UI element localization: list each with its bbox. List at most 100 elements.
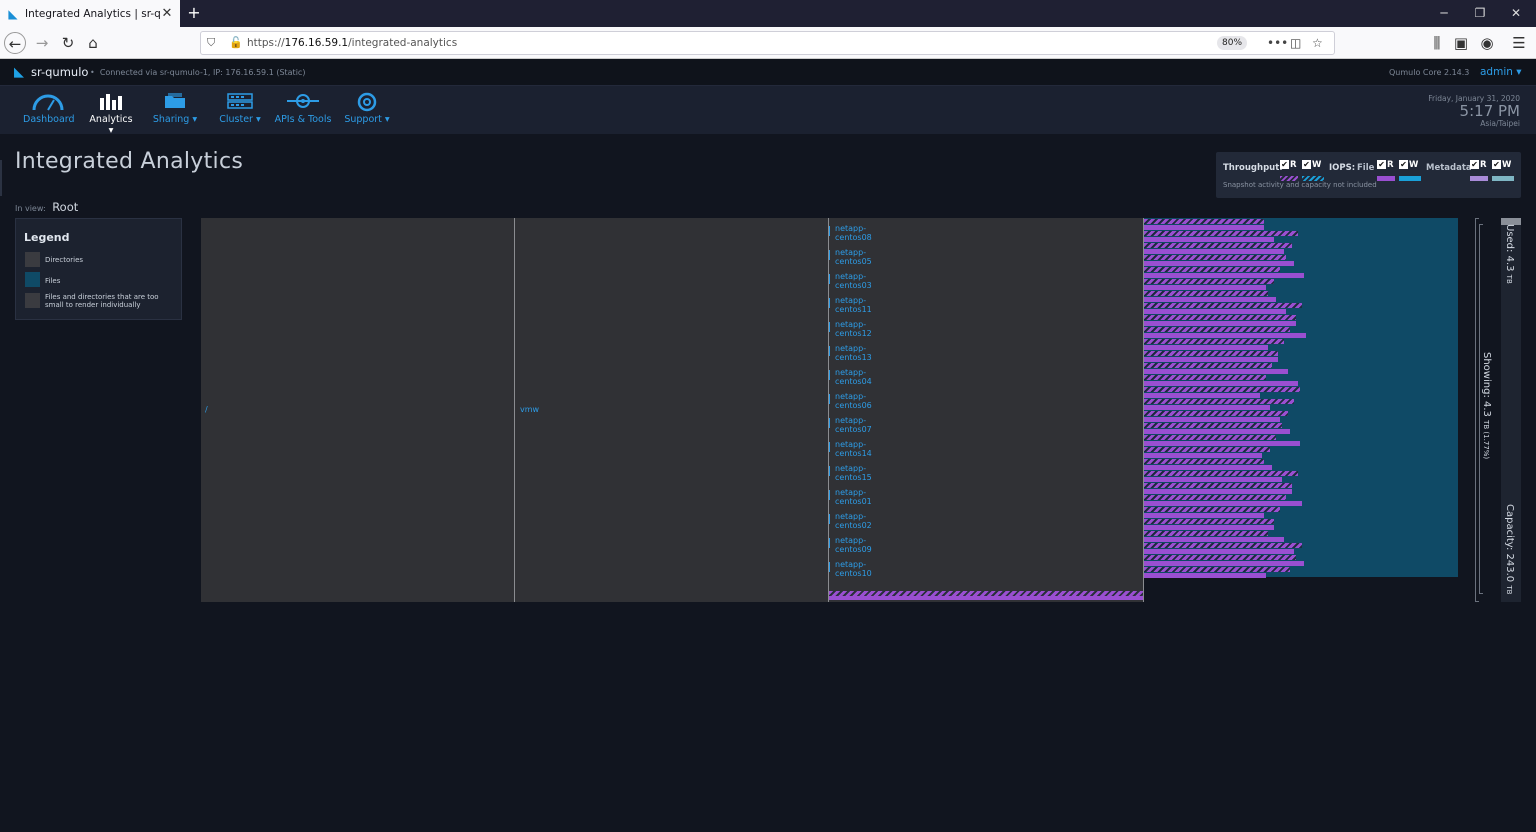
activity-bar — [1144, 393, 1260, 398]
vm-label-netapp-centos11[interactable]: netapp-centos11 — [835, 296, 872, 314]
vm-label-netapp-centos14[interactable]: netapp-centos14 — [835, 440, 872, 458]
used-capacity: Used: 4.3 TB — [1504, 224, 1515, 284]
dir-vm-column[interactable] — [829, 218, 1144, 602]
activity-bar — [1144, 225, 1264, 230]
shield-icon[interactable]: ⛉ — [207, 32, 215, 54]
iops-file-write-checkbox[interactable]: ✔ W — [1399, 160, 1418, 170]
activity-bar — [1144, 537, 1284, 542]
activity-bar — [1144, 573, 1266, 578]
url-bar[interactable]: ⛉ 🔓 https://176.16.59.1/integrated-analy… — [200, 31, 1335, 55]
close-window-icon[interactable]: ✕ — [1498, 0, 1534, 27]
nav-analytics[interactable]: Analytics ▾ — [86, 92, 136, 136]
nav-apis-tools-label: APIs & Tools — [274, 114, 332, 125]
browser-tab[interactable]: ◣ Integrated Analytics | sr-qumulo ✕ — [0, 0, 180, 27]
vm-label-netapp-centos05[interactable]: netapp-centos05 — [835, 248, 872, 266]
nav-support[interactable]: Support ▾ — [343, 92, 391, 125]
api-icon — [274, 92, 332, 114]
vm-label-netapp-centos08[interactable]: netapp-centos08 — [835, 224, 872, 242]
vm-divider — [829, 490, 830, 500]
total-capacity: Capacity: 243.0 TB — [1504, 504, 1515, 594]
library-icon[interactable]: ⫼ — [1426, 32, 1448, 54]
legend-swatch-small — [25, 293, 40, 308]
app-header: ◣ sr-qumulo • Connected via sr-qumulo-1,… — [0, 59, 1536, 86]
menu-icon[interactable]: ☰ — [1508, 32, 1530, 54]
vm-divider — [829, 442, 830, 452]
activity-bar — [1144, 399, 1294, 404]
new-tab-icon[interactable]: + — [184, 3, 204, 23]
folder-share-icon — [152, 92, 198, 114]
iops-metadata-read-swatch — [1470, 176, 1488, 181]
activity-bar — [1144, 501, 1302, 506]
vm-label-netapp-centos07[interactable]: netapp-centos07 — [835, 416, 872, 434]
nav-sharing[interactable]: Sharing ▾ — [152, 92, 198, 125]
nav-sharing-label: Sharing ▾ — [152, 114, 198, 125]
reload-icon[interactable]: ↻ — [57, 32, 79, 54]
pocket-icon[interactable]: ◫ — [1290, 32, 1301, 54]
close-tab-icon[interactable]: ✕ — [160, 6, 174, 21]
iops-label: IOPS: — [1329, 163, 1356, 173]
vm-label-netapp-centos15[interactable]: netapp-centos15 — [835, 464, 872, 482]
throughput-read-checkbox[interactable]: ✔ R — [1280, 160, 1297, 170]
iops-file-read-checkbox[interactable]: ✔ R — [1377, 160, 1394, 170]
home-icon[interactable]: ⌂ — [82, 32, 104, 54]
bar-chart-icon — [86, 92, 136, 114]
vm-label-netapp-centos10[interactable]: netapp-centos10 — [835, 560, 872, 578]
iops-metadata-read-label: R — [1480, 160, 1487, 170]
vm-label-netapp-centos02[interactable]: netapp-centos02 — [835, 512, 872, 530]
vm-label-netapp-centos13[interactable]: netapp-centos13 — [835, 344, 872, 362]
url-text[interactable]: https://176.16.59.1/integrated-analytics — [247, 32, 457, 54]
iops-metadata-write-checkbox[interactable]: ✔ W — [1492, 160, 1511, 170]
activity-bar — [1144, 417, 1280, 422]
sidebar-icon[interactable]: ▣ — [1450, 32, 1472, 54]
bookmark-star-icon[interactable]: ☆ — [1312, 32, 1323, 54]
nav-support-label: Support ▾ — [344, 114, 390, 125]
minimize-icon[interactable]: ─ — [1426, 0, 1462, 27]
activity-bar — [1144, 369, 1288, 374]
activity-bar — [1144, 435, 1276, 440]
more-actions-icon[interactable]: ••• — [1267, 32, 1288, 54]
nav-dashboard[interactable]: Dashboard — [23, 92, 75, 125]
total-value: Capacity: 243.0 — [1504, 504, 1515, 583]
vm-divider — [829, 370, 830, 380]
dir-vmw-label[interactable]: vmw — [520, 405, 539, 414]
nav-cluster[interactable]: Cluster ▾ — [217, 92, 263, 125]
vm-label-netapp-centos03[interactable]: netapp-centos03 — [835, 272, 872, 290]
legend-swatch-files — [25, 272, 40, 287]
dir-root-label[interactable]: / — [205, 405, 208, 414]
in-view-breadcrumb: In view: Root — [15, 200, 78, 214]
account-icon[interactable]: ◉ — [1476, 32, 1498, 54]
activity-bar — [1144, 255, 1286, 260]
restore-icon[interactable]: ❐ — [1462, 0, 1498, 27]
in-view-root[interactable]: Root — [52, 200, 78, 214]
activity-bar — [1144, 387, 1300, 392]
activity-bar — [1144, 303, 1302, 308]
cluster-name[interactable]: sr-qumulo — [31, 65, 88, 79]
lifebuoy-icon — [343, 92, 391, 114]
activity-bar — [1144, 483, 1292, 488]
activity-bar — [1144, 261, 1294, 266]
dir-vmw[interactable] — [515, 218, 829, 602]
activity-bar — [1144, 345, 1268, 350]
throughput-write-checkbox[interactable]: ✔ W — [1302, 160, 1321, 170]
activity-bar — [1144, 237, 1274, 242]
timezone: Asia/Taipei — [1480, 119, 1520, 128]
nav-apis-tools[interactable]: APIs & Tools — [274, 92, 332, 125]
insecure-lock-icon[interactable]: 🔓 — [229, 32, 243, 54]
activity-bar — [1144, 405, 1270, 410]
back-icon[interactable]: ← — [4, 32, 26, 54]
zoom-level[interactable]: 80% — [1217, 36, 1248, 50]
activity-filter-panel: Throughput: ✔ R ✔ W IOPS: File ✔ R ✔ W Metad… — [1216, 152, 1521, 198]
dir-root[interactable] — [201, 218, 515, 602]
vm-divider — [829, 514, 830, 524]
legend-title: Legend — [24, 231, 70, 244]
vm-label-netapp-centos09[interactable]: netapp-centos09 — [835, 536, 872, 554]
showing-capacity: Showing: 4.3 TB (1.77%) — [1481, 352, 1492, 459]
vm-label-netapp-centos04[interactable]: netapp-centos04 — [835, 368, 872, 386]
side-handle[interactable] — [0, 160, 2, 196]
forward-icon[interactable]: → — [31, 32, 53, 54]
vm-label-netapp-centos01[interactable]: netapp-centos01 — [835, 488, 872, 506]
vm-label-netapp-centos12[interactable]: netapp-centos12 — [835, 320, 872, 338]
iops-metadata-read-checkbox[interactable]: ✔ R — [1470, 160, 1487, 170]
user-menu[interactable]: admin ▾ — [1480, 66, 1522, 78]
vm-label-netapp-centos06[interactable]: netapp-centos06 — [835, 392, 872, 410]
